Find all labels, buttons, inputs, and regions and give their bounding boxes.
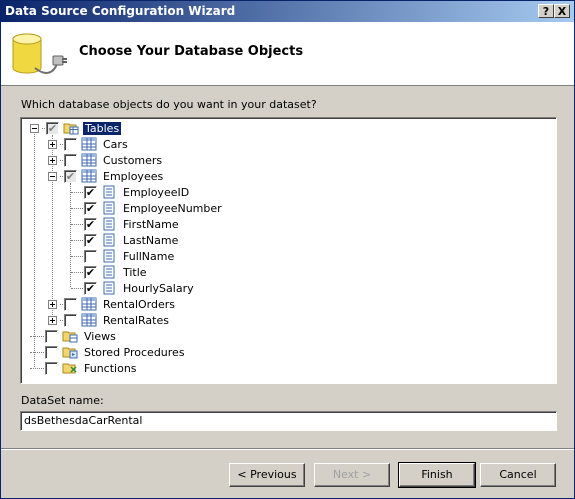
cancel-button[interactable]: Cancel — [480, 463, 556, 487]
tree-label: HourlySalary — [123, 281, 194, 295]
expand-toggle[interactable] — [48, 315, 57, 325]
close-button[interactable]: X — [554, 4, 570, 18]
tree-node-employees[interactable]: ✔ Employees — [48, 168, 165, 184]
title-bar[interactable]: Data Source Configuration Wizard ? X — [1, 1, 574, 22]
rentalorders-checkbox[interactable] — [64, 297, 77, 311]
tree-node-rentalorders[interactable]: RentalOrders — [48, 296, 177, 312]
help-button[interactable]: ? — [538, 4, 554, 18]
tree-node-column[interactable]: FullName — [71, 248, 176, 264]
column-icon — [103, 185, 115, 199]
tree-label: Cars — [103, 137, 128, 151]
expand-toggle[interactable] — [48, 139, 57, 149]
tree-label: Title — [123, 265, 147, 279]
tree-label: Stored Procedures — [84, 345, 185, 359]
procedures-folder-icon — [62, 347, 78, 359]
column-checkbox[interactable]: ✔ — [84, 217, 97, 231]
page-heading: Choose Your Database Objects — [79, 44, 304, 59]
wizard-header: Choose Your Database Objects — [1, 22, 574, 86]
table-folder-icon — [63, 123, 79, 135]
column-checkbox[interactable]: ✔ — [84, 265, 97, 279]
tree-node-customers[interactable]: Customers — [48, 152, 164, 168]
tree-label: RentalRates — [103, 313, 169, 327]
next-button[interactable]: Next > — [314, 463, 390, 487]
tree-node-column[interactable]: ✔ Title — [71, 264, 149, 280]
previous-button[interactable]: < Previous — [229, 463, 305, 487]
column-icon — [103, 233, 115, 247]
tables-checkbox[interactable]: ✔ — [46, 121, 59, 135]
column-checkbox[interactable]: ✔ — [84, 201, 97, 215]
tree-node-column[interactable]: ✔ EmployeeNumber — [71, 200, 224, 216]
tree-label: FullName — [123, 249, 175, 263]
wizard-window: Data Source Configuration Wizard ? X Cho… — [0, 0, 575, 499]
tree-node-cars[interactable]: Cars — [48, 136, 130, 152]
tree-node-column[interactable]: ✔ EmployeeID — [71, 184, 191, 200]
tree-label: EmployeeID — [123, 185, 190, 199]
table-icon — [81, 169, 97, 183]
table-icon — [81, 297, 97, 311]
dataset-name-label: DataSet name: — [21, 394, 104, 407]
tree-label: Views — [84, 329, 116, 343]
collapse-toggle[interactable] — [30, 123, 39, 133]
tree-label: Functions — [84, 361, 137, 375]
table-icon — [81, 137, 97, 151]
cars-checkbox[interactable] — [64, 137, 77, 151]
table-icon — [81, 313, 97, 327]
rentalrates-checkbox[interactable] — [64, 313, 77, 327]
tree-label: LastName — [123, 233, 179, 247]
tree-node-column[interactable]: ✔ HourlySalary — [71, 280, 196, 296]
database-icon — [12, 33, 67, 74]
table-icon — [81, 153, 97, 167]
window-title: Data Source Configuration Wizard — [5, 4, 236, 18]
tree-node-functions[interactable]: Functions — [30, 360, 139, 376]
tree-label: EmployeeNumber — [123, 201, 222, 215]
collapse-toggle[interactable] — [48, 171, 57, 181]
tree-node-column[interactable]: ✔ FirstName — [71, 216, 181, 232]
column-icon — [103, 201, 115, 215]
expand-toggle[interactable] — [48, 155, 57, 165]
views-checkbox[interactable] — [45, 329, 58, 343]
tree-node-views[interactable]: Views — [30, 328, 118, 344]
functions-folder-icon — [62, 363, 77, 374]
database-objects-tree[interactable]: ✔ Tables Cars Customers ✔ Employees ✔ Em… — [20, 117, 557, 384]
column-checkbox[interactable]: ✔ — [84, 233, 97, 247]
finish-button[interactable]: Finish — [398, 462, 476, 488]
tree-label: FirstName — [123, 217, 179, 231]
column-checkbox[interactable]: ✔ — [84, 281, 97, 295]
column-icon — [103, 265, 115, 279]
column-checkbox[interactable]: ✔ — [84, 185, 97, 199]
procedures-checkbox[interactable] — [45, 345, 58, 359]
tree-node-tables[interactable]: ✔ Tables — [30, 120, 122, 136]
functions-checkbox[interactable] — [45, 361, 58, 375]
tree-node-column[interactable]: ✔ LastName — [71, 232, 180, 248]
tree-label: Customers — [103, 153, 163, 167]
column-icon — [103, 281, 115, 295]
column-icon — [103, 217, 115, 231]
prompt-text: Which database objects do you want in yo… — [21, 98, 317, 111]
footer-divider — [1, 448, 574, 450]
tree-node-rentalrates[interactable]: RentalRates — [48, 312, 171, 328]
column-icon — [103, 249, 115, 263]
dataset-name-input[interactable]: dsBethesdaCarRental — [20, 411, 557, 431]
employees-checkbox[interactable]: ✔ — [64, 169, 77, 183]
tree-label: RentalOrders — [103, 297, 175, 311]
customers-checkbox[interactable] — [64, 153, 77, 167]
column-checkbox[interactable] — [84, 249, 97, 263]
tree-label: Tables — [83, 121, 122, 135]
expand-toggle[interactable] — [48, 299, 57, 309]
views-folder-icon — [62, 331, 78, 343]
tree-node-stored-procedures[interactable]: Stored Procedures — [30, 344, 187, 360]
tree-label: Employees — [103, 169, 164, 183]
